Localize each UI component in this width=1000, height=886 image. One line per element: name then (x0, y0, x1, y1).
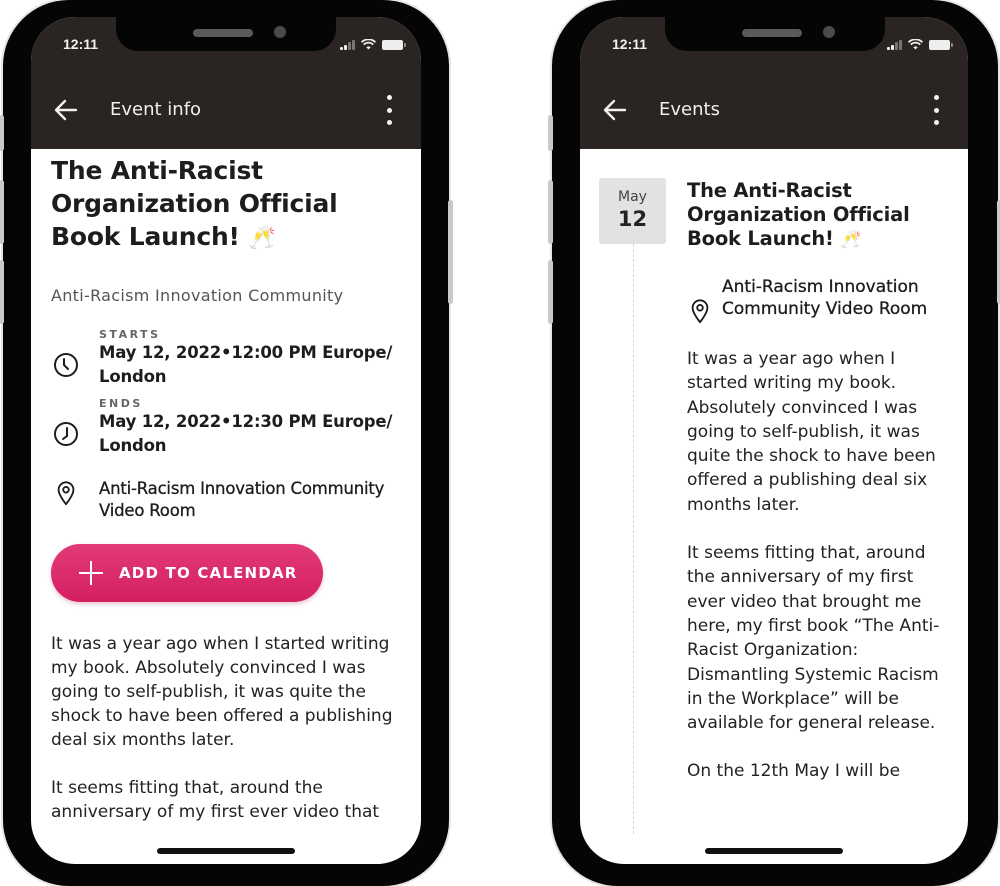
speaker (193, 29, 253, 37)
event-title-text: The Anti-Racist Organization Official Bo… (687, 179, 910, 250)
front-camera (274, 26, 286, 38)
location-pin-icon (691, 299, 709, 324)
status-time: 12:11 (63, 36, 99, 52)
speaker (742, 29, 802, 37)
page-title: Events (659, 99, 720, 120)
location-value[interactable]: Anti-Racism Innovation Community Video R… (99, 478, 403, 522)
power-button (448, 200, 453, 304)
app-header: 12:11 Events (580, 17, 968, 149)
battery-icon (929, 39, 953, 50)
event-title: The Anti-Racist Organization Official Bo… (687, 179, 948, 252)
event-title: The Anti-Racist Organization Official Bo… (51, 154, 403, 255)
phone-frame-event-info: 12:11 Event info The Anti-Racist Organiz… (0, 0, 453, 886)
volume-down-button (548, 260, 553, 324)
screen: 12:11 Events May 12 The Anti-Racist Orga… (580, 17, 968, 864)
ends-value: May 12, 2022•12:30 PM Europe/ London (99, 412, 393, 455)
community-name[interactable]: Anti-Racism Innovation Community (51, 286, 403, 305)
location-row: Anti-Racism Innovation Community Video R… (51, 478, 403, 522)
add-to-calendar-button[interactable]: ADD TO CALENDAR (51, 544, 323, 602)
description-paragraph: It was a year ago when I started writing… (687, 349, 936, 515)
starts-label: STARTS (99, 328, 161, 341)
event-description: It was a year ago when I started writing… (687, 347, 948, 784)
home-indicator[interactable] (705, 848, 843, 854)
signal-icon (887, 39, 902, 50)
volume-up-button (548, 180, 553, 244)
date-day: 12 (617, 207, 648, 231)
clock-icon (54, 353, 78, 377)
description-paragraph: It was a year ago when I started writing… (51, 634, 393, 750)
status-icons (887, 39, 953, 50)
mute-switch (548, 115, 553, 151)
start-time-row: STARTS May 12, 2022•12:00 PM Europe/ Lon… (51, 328, 403, 389)
event-body: The Anti-Racist Organization Official Bo… (687, 179, 948, 808)
description-paragraph: It seems fitting that, around the annive… (687, 543, 940, 734)
phone-frame-events: 12:11 Events May 12 The Anti-Racist Orga… (548, 0, 1000, 886)
volume-up-button (0, 180, 4, 244)
timeline-divider (633, 244, 634, 834)
location-row: Anti-Racism Innovation Community Video R… (687, 276, 948, 324)
event-title-text: The Anti-Racist Organization Official Bo… (51, 156, 338, 251)
add-to-calendar-label: ADD TO CALENDAR (119, 564, 298, 582)
location-pin-icon (57, 481, 75, 506)
location-value: Anti-Racism Innovation Community Video R… (722, 277, 928, 319)
notch (665, 17, 885, 51)
description-paragraph: It seems fitting that, around the annive… (51, 778, 380, 822)
volume-down-button (0, 260, 4, 324)
page-title: Event info (110, 99, 202, 120)
app-header: 12:11 Event info (31, 17, 421, 149)
status-time: 12:11 (612, 36, 648, 52)
clock-icon (54, 422, 78, 446)
mute-switch (0, 115, 4, 151)
more-vertical-icon[interactable] (932, 95, 940, 125)
battery-icon (382, 39, 406, 50)
wifi-icon (908, 39, 923, 50)
date-badge: May 12 (599, 178, 666, 244)
event-details: The Anti-Racist Organization Official Bo… (51, 149, 403, 848)
event-list-item[interactable]: May 12 The Anti-Racist Organization Offi… (580, 149, 968, 864)
more-vertical-icon[interactable] (385, 95, 393, 125)
home-indicator[interactable] (157, 848, 295, 854)
wifi-icon (361, 39, 376, 50)
plus-icon (79, 561, 103, 585)
signal-icon (340, 39, 355, 50)
arrow-left-icon[interactable] (602, 97, 628, 123)
notch (116, 17, 336, 51)
end-time-row: ENDS May 12, 2022•12:30 PM Europe/ Londo… (51, 397, 403, 458)
status-icons (340, 39, 406, 50)
event-description: It was a year ago when I started writing… (51, 632, 403, 824)
ends-label: ENDS (99, 397, 143, 410)
date-month: May (618, 189, 647, 205)
champagne-icon: 🥂 (840, 230, 862, 250)
front-camera (823, 26, 835, 38)
screen: 12:11 Event info The Anti-Racist Organiz… (31, 17, 421, 864)
champagne-icon: 🥂 (248, 226, 276, 251)
starts-value: May 12, 2022•12:00 PM Europe/ London (99, 343, 393, 386)
arrow-left-icon[interactable] (53, 97, 79, 123)
description-paragraph: On the 12th May I will be (687, 761, 901, 782)
